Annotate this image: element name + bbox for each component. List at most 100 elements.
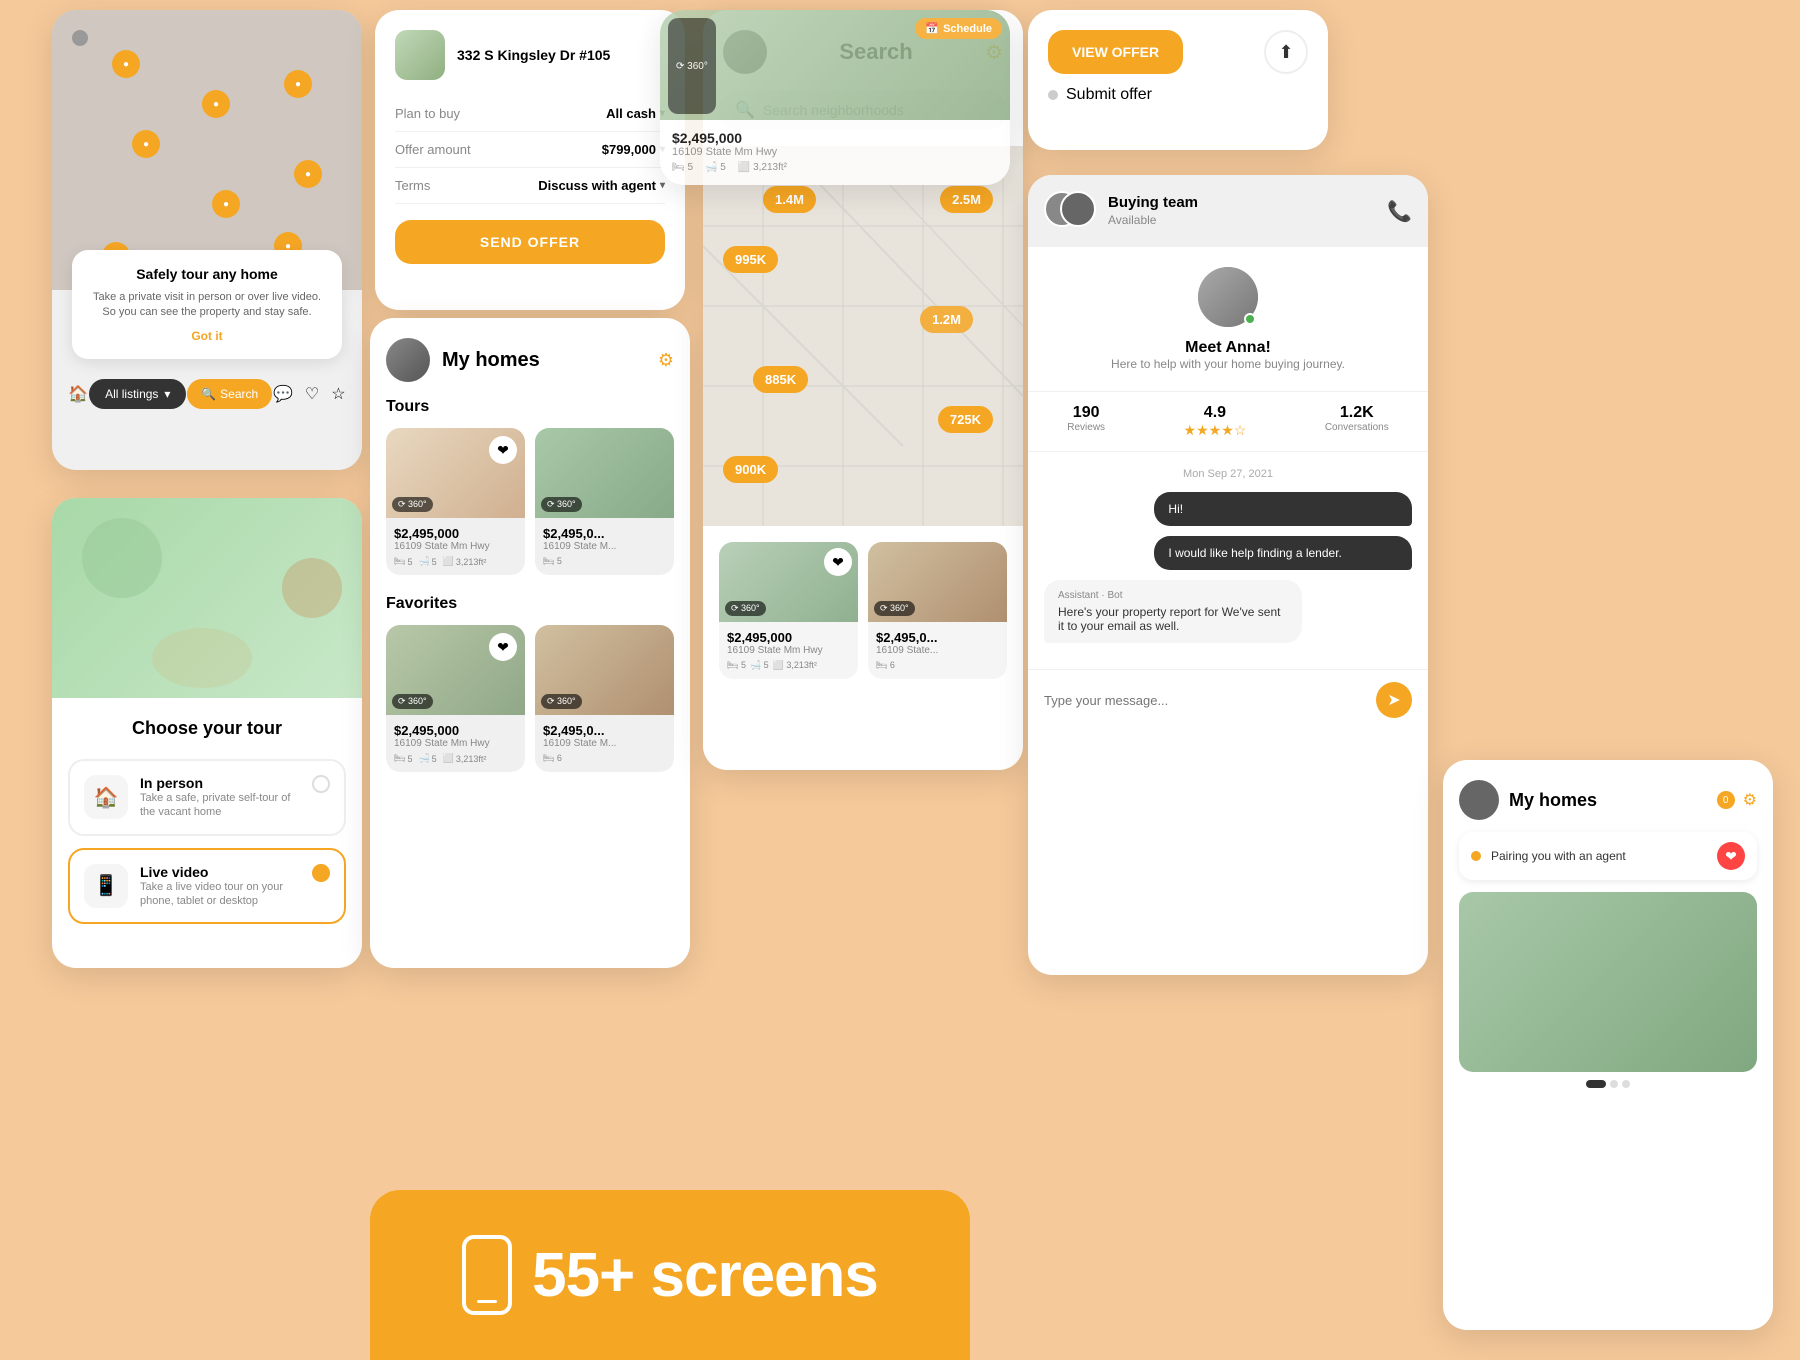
pairing-text: Pairing you with an agent <box>1491 849 1626 863</box>
all-listings-label: All listings <box>105 387 158 401</box>
my-homes-2-title: My homes <box>1509 790 1707 811</box>
live-video-description: Take a live video tour on your phone, ta… <box>140 880 300 909</box>
baths-count: 🛁 5 <box>418 753 436 764</box>
rating-stat: 4.9 ★★★★☆ <box>1184 404 1247 439</box>
offer-amount-value[interactable]: $799,000 ▾ <box>602 142 665 157</box>
choose-content: Choose your tour 🏠 In person Take a safe… <box>52 698 362 956</box>
got-it-link[interactable]: Got it <box>88 329 326 343</box>
property-image: ❤ ⟳ 360° <box>386 428 525 518</box>
listing-features: 🛏 5 🛁 5 ⬜ 3,213ft² <box>672 162 998 173</box>
user-chat-bubble-2: I would like help finding a lender. <box>1154 536 1412 570</box>
map-pin: ● <box>202 90 230 118</box>
conversations-label: Conversations <box>1325 422 1389 433</box>
in-person-option[interactable]: 🏠 In person Take a safe, private self-to… <box>68 759 346 836</box>
favorite-heart-button[interactable]: ❤ <box>1717 842 1745 870</box>
my-homes-bottom-card: My homes 0 ⚙ Pairing you with an agent ❤ <box>1443 760 1773 1330</box>
price-badge-5: 885K <box>753 366 808 393</box>
pairing-status-dot <box>1471 851 1481 861</box>
all-listings-button[interactable]: All listings ▾ <box>89 379 186 409</box>
user-message-1: Hi! <box>1168 502 1183 516</box>
chevron-icon: ▾ <box>660 180 665 191</box>
dot-3 <box>1622 1080 1630 1088</box>
filter-icon[interactable]: ⚙ <box>658 350 674 371</box>
property-address: 332 S Kingsley Dr #105 <box>457 47 610 63</box>
decor-circle <box>82 518 162 598</box>
meet-anna-section: Meet Anna! Here to help with your home b… <box>1028 247 1428 392</box>
listing-address: 16109 State Mm Hwy <box>672 146 998 158</box>
conversations-count: 1.2K <box>1325 404 1389 422</box>
reviews-label: Reviews <box>1067 422 1105 433</box>
home-icon[interactable]: 🏠 <box>68 384 88 404</box>
tour-info-bubble: Safely tour any home Take a private visi… <box>72 250 342 359</box>
decor-circle <box>152 628 252 688</box>
chat-input[interactable] <box>1044 693 1368 708</box>
chat-icon[interactable]: 💬 <box>273 384 293 404</box>
fav-property-2: ⟳ 360° $2,495,0... 16109 State M... 🛏 6 <box>535 625 674 772</box>
submit-offer-text: Submit offer <box>1066 86 1152 104</box>
property-image: ⟳ 360° <box>868 542 1007 622</box>
heart-icon[interactable]: ♡ <box>305 384 319 404</box>
live-video-option[interactable]: 📱 Live video Take a live video tour on y… <box>68 848 346 925</box>
live-video-radio[interactable] <box>312 864 330 882</box>
agent-header-left: Buying team Available <box>1044 191 1198 231</box>
in-person-icon: 🏠 <box>84 775 128 819</box>
offer-address: 332 S Kingsley Dr #105 <box>395 30 665 80</box>
my-homes-title: My homes <box>442 349 646 372</box>
property-address: 16109 State M... <box>543 541 666 552</box>
tour-title: Safely tour any home <box>88 266 326 282</box>
terms-row: Terms Discuss with agent ▾ <box>395 168 665 204</box>
search-label: Search <box>220 387 258 401</box>
agent-chat-card: Buying team Available 📞 Meet Anna! Here … <box>1028 175 1428 975</box>
terms-value[interactable]: Discuss with agent ▾ <box>538 178 665 193</box>
send-button[interactable]: ➤ <box>1376 682 1412 718</box>
schedule-label: Schedule <box>943 23 992 35</box>
listing-details: $2,495,000 16109 State Mm Hwy 🛏 5 🛁 5 ⬜ … <box>660 120 1010 183</box>
screens-banner: 55+ screens <box>370 1190 970 1360</box>
chat-area: Mon Sep 27, 2021 Hi! I would like help f… <box>1028 452 1428 669</box>
favorite-button[interactable]: ❤ <box>489 633 517 661</box>
pairing-banner: Pairing you with an agent ❤ <box>1459 832 1757 880</box>
property-features: 🛏 5 🛁 5 ⬜ 3,213ft² <box>394 753 517 764</box>
beds: 🛏 6 <box>876 660 895 671</box>
address-text: 332 S Kingsley Dr #105 <box>457 47 610 63</box>
agent-chat-bubble: Assistant · Bot Here's your property rep… <box>1044 580 1302 643</box>
anna-avatar <box>1198 267 1258 327</box>
property-card-2: ⟳ 360° $2,495,0... 16109 State... 🛏 6 <box>868 542 1007 679</box>
reviews-count: 190 <box>1067 404 1105 422</box>
beds: 🛏 5 <box>727 660 746 671</box>
favorites-section-title: Favorites <box>386 595 674 613</box>
in-person-description: Take a safe, private self-tour of the va… <box>140 791 300 820</box>
star-icon[interactable]: ☆ <box>331 384 345 404</box>
phone-icon[interactable]: 📞 <box>1387 199 1412 224</box>
property-address: 16109 State Mm Hwy <box>394 738 517 749</box>
property-features: 🛏 6 <box>876 660 999 671</box>
view-offer-card: VIEW OFFER ⬆ Submit offer <box>1028 10 1328 150</box>
share-button[interactable]: ⬆ <box>1264 30 1308 74</box>
in-person-radio[interactable] <box>312 775 330 793</box>
property-image: ⟳ 360° <box>535 625 674 715</box>
beds-count: 🛏 5 <box>543 556 562 567</box>
agent-header: Buying team Available 📞 <box>1028 175 1428 247</box>
plan-value[interactable]: All cash ▾ <box>606 106 665 121</box>
price-badge-4: 1.2M <box>920 306 973 333</box>
schedule-button[interactable]: 📅 Schedule <box>915 18 1002 39</box>
in-person-label: In person <box>140 775 300 791</box>
user-avatar <box>386 338 430 382</box>
view-offer-button[interactable]: VIEW OFFER <box>1048 30 1183 74</box>
user-message-2: I would like help finding a lender. <box>1168 546 1341 560</box>
rating-value: 4.9 <box>1184 404 1247 422</box>
send-offer-button[interactable]: SEND OFFER <box>395 220 665 264</box>
tours-grid: ❤ ⟳ 360° $2,495,000 16109 State Mm Hwy 🛏… <box>386 428 674 575</box>
favorite-button[interactable]: ❤ <box>489 436 517 464</box>
offer-actions: VIEW OFFER ⬆ <box>1048 30 1308 74</box>
property-price: $2,495,0... <box>543 526 666 541</box>
search-button[interactable]: 🔍 Search <box>187 379 272 409</box>
submit-offer-row: Submit offer <box>1048 86 1308 104</box>
live-video-icon: 📱 <box>84 864 128 908</box>
filter-icon-2[interactable]: ⚙ <box>1743 790 1757 810</box>
agent-avatar-2 <box>1060 191 1096 227</box>
favorite-button[interactable]: ❤ <box>824 548 852 576</box>
offer-amount-row: Offer amount $799,000 ▾ <box>395 132 665 168</box>
map-background: ● ● ● ● ● ● ● ● <box>52 10 362 290</box>
star-rating: ★★★★☆ <box>1184 422 1247 439</box>
